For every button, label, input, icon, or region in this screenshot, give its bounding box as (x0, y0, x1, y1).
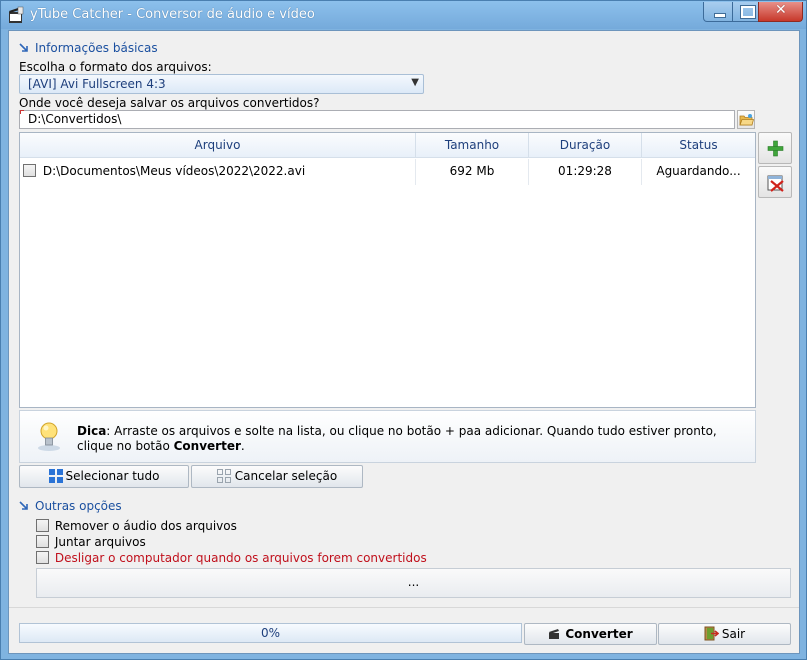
format-select-value: [AVI] Avi Fullscreen 4:3 (28, 77, 166, 91)
close-button[interactable] (758, 2, 803, 22)
shutdown-label: Desligar o computador quando os arquivos… (54, 551, 427, 565)
folder-icon (739, 114, 754, 126)
format-select[interactable]: [AVI] Avi Fullscreen 4:3 ▼ (19, 74, 424, 94)
progress-bar: 0% (19, 623, 522, 643)
footer-divider (9, 607, 799, 608)
option-remove-audio[interactable]: Remover o áudio dos arquivos (36, 519, 237, 533)
select-all-icon (48, 469, 63, 483)
more-options-button[interactable]: ... (36, 568, 791, 598)
join-files-label: Juntar arquivos (54, 535, 146, 549)
plus-icon (767, 140, 784, 157)
chevron-down-icon: ▼ (411, 77, 419, 88)
film-clapper-icon (549, 629, 560, 639)
file-path: D:\Documentos\Meus vídeos\2022\2022.avi (42, 164, 306, 178)
progress-text: 0% (260, 626, 281, 640)
tip-panel: Dica: Arraste os arquivos e solte na lis… (19, 410, 756, 463)
collapse-arrow-icon (19, 501, 28, 510)
row-checkbox[interactable] (23, 164, 36, 177)
shutdown-checkbox[interactable] (36, 551, 49, 564)
delete-file-icon (767, 175, 784, 192)
file-list[interactable]: Arquivo Tamanho Duração Status D:\Docume… (19, 132, 756, 408)
other-options-section-title: Outras opções (19, 499, 122, 513)
status-cell: Aguardando... (656, 164, 741, 178)
remove-audio-checkbox[interactable] (36, 519, 49, 532)
add-file-button[interactable] (758, 132, 792, 164)
basic-info-title-text: Informações básicas (35, 41, 158, 55)
exit-door-icon (704, 626, 720, 641)
save-path-input[interactable]: D:\Convertidos\ (19, 110, 735, 129)
save-location-label: Onde você deseja salvar os arquivos conv… (19, 96, 320, 110)
remove-file-button[interactable] (758, 166, 792, 198)
app-window: yTube Catcher - Conversor de áudio e víd… (0, 0, 807, 660)
film-clapper-icon (9, 6, 24, 23)
column-header-file[interactable]: Arquivo (20, 133, 416, 158)
column-header-size[interactable]: Tamanho (416, 133, 529, 158)
lightbulb-icon (38, 422, 60, 451)
save-path-value: D:\Convertidos\ (28, 112, 122, 126)
other-options-title-text: Outras opções (35, 499, 122, 513)
cancel-selection-button[interactable]: Cancelar seleção (191, 465, 363, 488)
minimize-button[interactable] (703, 2, 733, 22)
collapse-arrow-icon (19, 43, 28, 52)
convert-label: Converter (565, 627, 633, 641)
title-bar[interactable]: yTube Catcher - Conversor de áudio e víd… (1, 1, 806, 29)
option-shutdown[interactable]: Desligar o computador quando os arquivos… (36, 551, 427, 565)
select-all-button[interactable]: Selecionar tudo (19, 465, 189, 488)
option-join-files[interactable]: Juntar arquivos (36, 535, 146, 549)
window-title: yTube Catcher - Conversor de áudio e víd… (30, 7, 315, 22)
tip-end: . (240, 439, 245, 453)
maximize-button[interactable] (732, 2, 759, 22)
deselect-icon (216, 469, 231, 483)
duration-cell: 01:29:28 (529, 159, 642, 185)
main-panel: Informações básicas Escolha o formato do… (8, 30, 800, 654)
tip-bold-word: Converter (173, 439, 241, 453)
select-all-label: Selecionar tudo (65, 469, 160, 483)
marker-icon (20, 110, 24, 114)
browse-folder-button[interactable] (737, 110, 755, 129)
exit-label: Sair (721, 627, 746, 641)
more-options-label: ... (407, 575, 420, 589)
size-cell: 692 Mb (416, 159, 529, 185)
column-header-duration[interactable]: Duração (529, 133, 642, 158)
file-cell: D:\Documentos\Meus vídeos\2022\2022.avi (23, 159, 416, 185)
basic-info-section-title: Informações básicas (19, 41, 158, 55)
tip-label: Dica (77, 424, 107, 438)
cancel-selection-label: Cancelar seleção (234, 469, 338, 483)
format-label: Escolha o formato dos arquivos: (19, 60, 212, 74)
join-files-checkbox[interactable] (36, 535, 49, 548)
convert-button[interactable]: Converter (524, 623, 657, 645)
exit-button[interactable]: Sair (658, 623, 791, 645)
table-row[interactable]: D:\Documentos\Meus vídeos\2022\2022.avi … (20, 159, 755, 185)
remove-audio-label: Remover o áudio dos arquivos (54, 519, 237, 533)
file-list-header: Arquivo Tamanho Duração Status (20, 133, 755, 158)
column-header-status[interactable]: Status (642, 133, 755, 158)
tip-text: Dica: Arraste os arquivos e solte na lis… (77, 424, 745, 454)
